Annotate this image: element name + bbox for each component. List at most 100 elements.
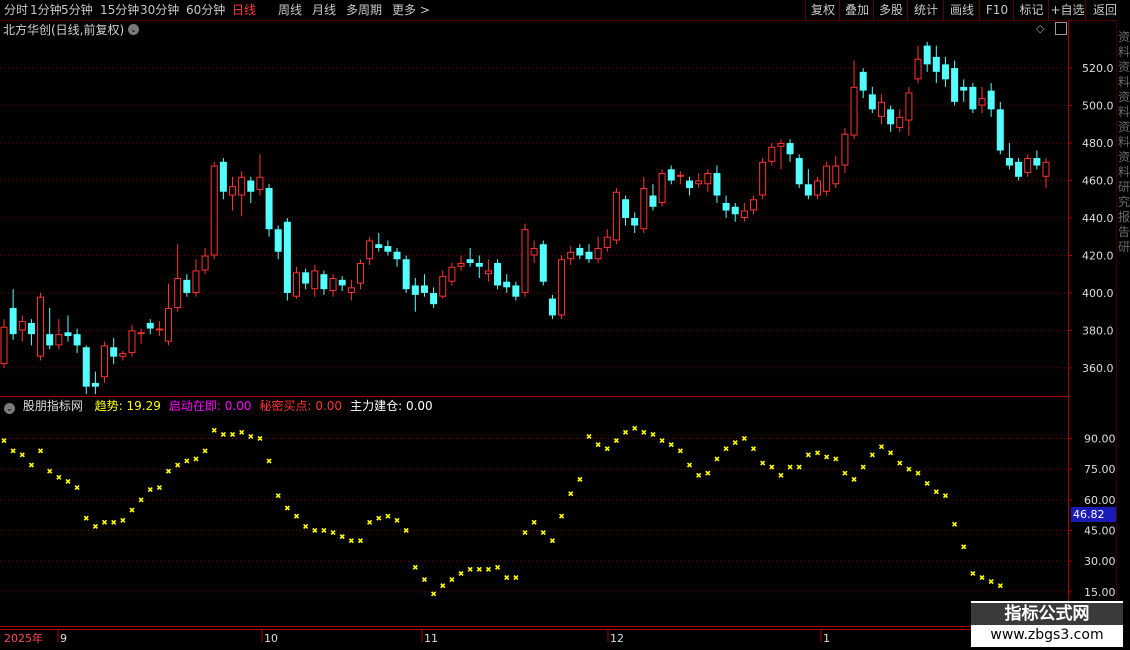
trend-point[interactable] bbox=[604, 446, 610, 452]
trend-point[interactable] bbox=[824, 454, 830, 460]
trend-point[interactable] bbox=[412, 564, 418, 570]
candle[interactable] bbox=[329, 274, 337, 297]
trend-point[interactable] bbox=[878, 444, 885, 450]
trend-point[interactable] bbox=[37, 448, 44, 454]
trend-point[interactable] bbox=[138, 497, 144, 503]
candle[interactable] bbox=[877, 94, 885, 125]
trend-point[interactable] bbox=[120, 517, 126, 523]
candle[interactable] bbox=[494, 259, 502, 290]
trend-point[interactable] bbox=[686, 462, 693, 468]
trend-point[interactable] bbox=[156, 484, 162, 491]
candle[interactable] bbox=[905, 86, 913, 136]
window-icon[interactable] bbox=[1055, 22, 1067, 35]
candle[interactable] bbox=[110, 337, 118, 365]
candle[interactable] bbox=[667, 165, 675, 185]
trend-point[interactable] bbox=[348, 538, 354, 544]
trend-point[interactable] bbox=[467, 566, 473, 572]
candle[interactable] bbox=[356, 259, 364, 290]
candle[interactable] bbox=[759, 158, 767, 200]
candle[interactable] bbox=[740, 203, 748, 222]
candle[interactable] bbox=[530, 240, 538, 263]
candle[interactable] bbox=[951, 60, 959, 106]
candle[interactable] bbox=[210, 161, 218, 260]
candle[interactable] bbox=[558, 255, 566, 320]
candle[interactable] bbox=[548, 294, 556, 320]
candle[interactable] bbox=[484, 259, 492, 282]
trend-point[interactable] bbox=[458, 570, 464, 576]
trend-point[interactable] bbox=[796, 464, 802, 470]
trend-point[interactable] bbox=[732, 440, 738, 446]
trend-point[interactable] bbox=[595, 442, 601, 448]
candle[interactable] bbox=[996, 101, 1004, 155]
trend-point[interactable] bbox=[787, 464, 793, 470]
trend-point[interactable] bbox=[175, 462, 181, 468]
trend-point[interactable] bbox=[696, 472, 702, 478]
candle[interactable] bbox=[265, 184, 273, 237]
trend-point[interactable] bbox=[888, 450, 894, 456]
period-button-9[interactable]: 多周期 bbox=[346, 0, 382, 20]
trend-point[interactable] bbox=[558, 513, 565, 519]
candle[interactable] bbox=[411, 277, 419, 312]
candle[interactable] bbox=[55, 319, 63, 350]
trend-point[interactable] bbox=[65, 478, 71, 484]
trend-point[interactable] bbox=[961, 544, 967, 550]
trend-point[interactable] bbox=[577, 476, 583, 482]
candle[interactable] bbox=[256, 154, 264, 196]
candle[interactable] bbox=[585, 244, 593, 263]
candle[interactable] bbox=[439, 270, 447, 299]
trend-point[interactable] bbox=[431, 591, 437, 597]
trend-point[interactable] bbox=[540, 529, 546, 536]
trend-point[interactable] bbox=[485, 566, 492, 572]
candle[interactable] bbox=[987, 83, 995, 117]
trend-point[interactable] bbox=[988, 579, 994, 585]
candle[interactable] bbox=[466, 247, 474, 267]
trend-point[interactable] bbox=[211, 427, 217, 433]
trend-point[interactable] bbox=[805, 452, 811, 458]
candle[interactable] bbox=[430, 287, 438, 308]
candle[interactable] bbox=[731, 203, 739, 222]
candle[interactable] bbox=[704, 169, 712, 192]
candle[interactable] bbox=[338, 276, 346, 292]
candle[interactable] bbox=[1024, 154, 1032, 177]
trend-point[interactable] bbox=[385, 513, 391, 519]
candle[interactable] bbox=[941, 56, 949, 87]
candle[interactable] bbox=[631, 212, 639, 233]
period-button-4[interactable]: 30分钟 bbox=[140, 0, 179, 20]
candle[interactable] bbox=[567, 246, 575, 265]
trend-point[interactable] bbox=[833, 456, 839, 462]
candle[interactable] bbox=[366, 236, 374, 265]
diamond-icon[interactable]: ◇ bbox=[1036, 22, 1044, 35]
trend-point[interactable] bbox=[321, 527, 327, 534]
candle[interactable] bbox=[119, 351, 127, 361]
trend-point[interactable] bbox=[750, 446, 757, 452]
trend-point[interactable] bbox=[942, 493, 949, 499]
candle[interactable] bbox=[91, 371, 99, 395]
candle[interactable] bbox=[347, 279, 355, 301]
trend-point[interactable] bbox=[220, 431, 226, 437]
trend-point[interactable] bbox=[814, 450, 821, 456]
period-button-5[interactable]: 60分钟 bbox=[186, 0, 225, 20]
candle[interactable] bbox=[850, 60, 858, 140]
candle[interactable] bbox=[722, 195, 730, 218]
trend-point[interactable] bbox=[997, 583, 1003, 589]
candle[interactable] bbox=[539, 240, 547, 286]
trend-point[interactable] bbox=[622, 429, 629, 435]
candle[interactable] bbox=[174, 244, 182, 312]
candle[interactable] bbox=[932, 45, 940, 84]
candle[interactable] bbox=[676, 171, 684, 185]
toolbar-button-3[interactable]: 统计 bbox=[907, 0, 944, 20]
candle[interactable] bbox=[576, 244, 584, 260]
trend-point[interactable] bbox=[257, 435, 263, 442]
trend-point[interactable] bbox=[495, 564, 501, 570]
candle[interactable] bbox=[503, 274, 511, 293]
candle[interactable] bbox=[914, 45, 922, 84]
trend-point[interactable] bbox=[522, 529, 528, 536]
candle[interactable] bbox=[82, 345, 90, 395]
candle[interactable] bbox=[1042, 158, 1050, 189]
toolbar-button-2[interactable]: 多股 bbox=[873, 0, 908, 20]
indicator-name[interactable]: 股朋指标网 bbox=[23, 399, 83, 413]
candle[interactable] bbox=[137, 328, 145, 344]
trend-point[interactable] bbox=[1, 437, 7, 444]
trend-point[interactable] bbox=[769, 464, 775, 470]
trend-point[interactable] bbox=[367, 519, 373, 525]
